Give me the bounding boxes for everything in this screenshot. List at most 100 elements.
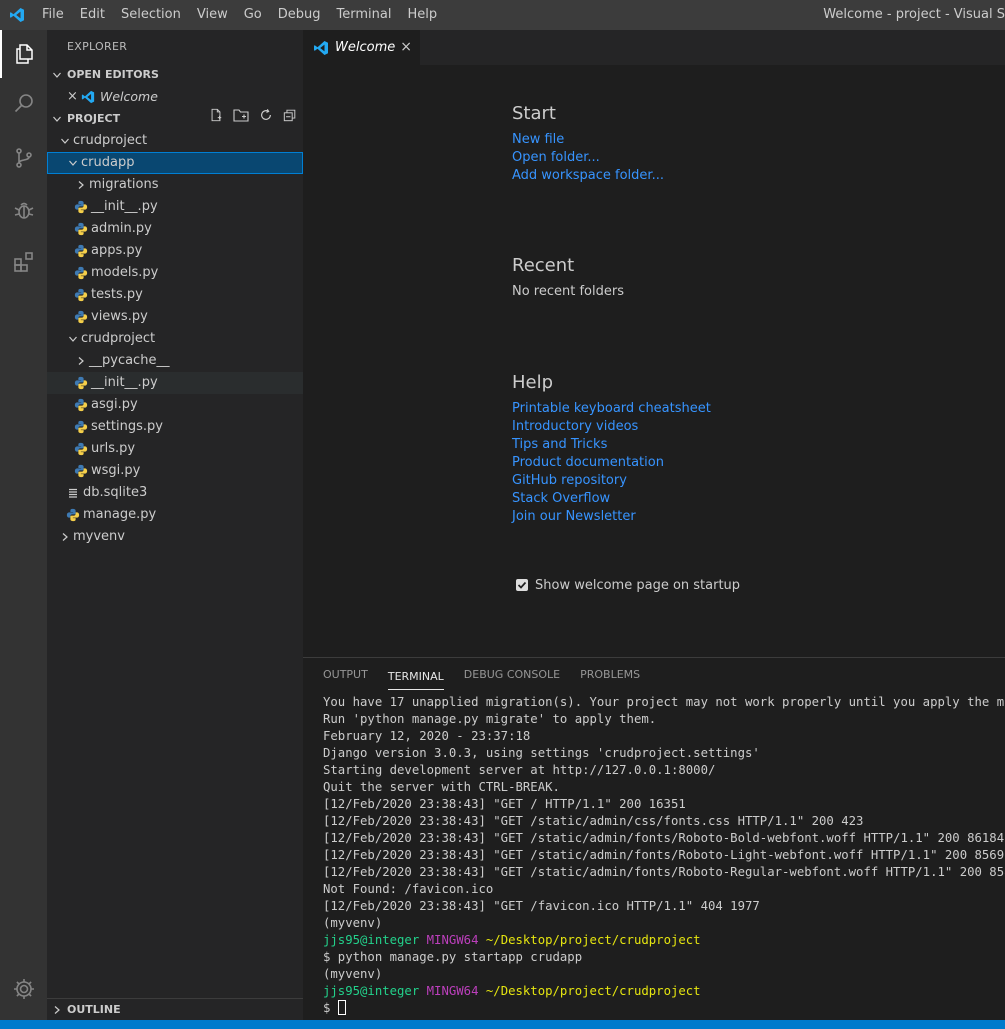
help-heading: Help: [512, 372, 554, 393]
new-folder-icon[interactable]: [233, 108, 249, 130]
python-file-icon: [73, 200, 89, 214]
search-icon[interactable]: [0, 80, 47, 128]
open-editor-label: Welcome: [100, 89, 158, 104]
tree-item-admin-py[interactable]: admin.py: [47, 218, 303, 240]
open-editors-header[interactable]: OPEN EDITORS: [47, 64, 303, 86]
window-title: Welcome - project - Visual S: [823, 7, 1005, 22]
terminal-output[interactable]: You have 17 unapplied migration(s). Your…: [323, 694, 1005, 1017]
extensions-icon[interactable]: [0, 238, 47, 286]
vscode-file-icon: [81, 90, 95, 104]
tree-item-label: asgi.py: [91, 397, 138, 412]
tree-item-pycache[interactable]: __pycache__: [47, 350, 303, 372]
python-file-icon: [73, 310, 89, 324]
product-documentation-link[interactable]: Product documentation: [512, 455, 664, 470]
status-bar: [0, 1020, 1005, 1029]
gear-icon[interactable]: [0, 965, 47, 1013]
tree-item-label: tests.py: [91, 287, 143, 302]
tree-item-myvenv[interactable]: myvenv: [47, 526, 303, 548]
tree-item-init-py[interactable]: __init__.py: [47, 372, 303, 394]
tree-item-asgi-py[interactable]: asgi.py: [47, 394, 303, 416]
menu-edit[interactable]: Edit: [72, 0, 113, 30]
menu-debug[interactable]: Debug: [270, 0, 329, 30]
terminal-command: $ python manage.py startapp crudapp: [323, 950, 583, 964]
tab-debug-console[interactable]: DEBUG CONSOLE: [464, 658, 560, 692]
terminal-cursor: [337, 1000, 346, 1015]
tab-problems[interactable]: PROBLEMS: [580, 658, 640, 692]
open-editor-welcome[interactable]: × Welcome: [47, 86, 303, 108]
startup-checkbox[interactable]: [516, 579, 528, 591]
terminal-line: February 12, 2020 - 23:37:18: [323, 729, 531, 743]
tree-item-tests-py[interactable]: tests.py: [47, 284, 303, 306]
tree-item-label: __pycache__: [89, 353, 170, 368]
project-header[interactable]: PROJECT: [47, 108, 303, 130]
outline-header[interactable]: OUTLINE: [47, 998, 303, 1020]
tree-item-label: settings.py: [91, 419, 163, 434]
vscode-logo-icon: [0, 0, 34, 30]
tree-item-label: apps.py: [91, 243, 143, 258]
chevron-right-icon: [73, 180, 89, 190]
tree-item-db-sqlite3[interactable]: db.sqlite3: [47, 482, 303, 504]
tree-item-wsgi-py[interactable]: wsgi.py: [47, 460, 303, 482]
introductory-videos-link[interactable]: Introductory videos: [512, 419, 638, 434]
project-label: PROJECT: [67, 112, 121, 125]
python-file-icon: [73, 442, 89, 456]
python-file-icon: [65, 508, 81, 522]
terminal-prompt-1: jjs95@integer MINGW64 ~/Desktop/project/…: [323, 933, 701, 947]
tree-item-label: wsgi.py: [91, 463, 141, 478]
tree-item-views-py[interactable]: views.py: [47, 306, 303, 328]
stack-overflow-link[interactable]: Stack Overflow: [512, 491, 610, 506]
tree-item-models-py[interactable]: models.py: [47, 262, 303, 284]
terminal-line: [12/Feb/2020 23:38:43] "GET /favicon.ico…: [323, 899, 760, 913]
tree-item-apps-py[interactable]: apps.py: [47, 240, 303, 262]
editor-tabs: Welcome ×: [303, 30, 1005, 65]
menu-help[interactable]: Help: [399, 0, 445, 30]
bottom-panel: OUTPUT TERMINAL DEBUG CONSOLE PROBLEMS Y…: [303, 657, 1005, 1020]
tree-item-settings-py[interactable]: settings.py: [47, 416, 303, 438]
chevron-down-icon: [47, 114, 67, 124]
tree-item-manage-py[interactable]: manage.py: [47, 504, 303, 526]
tree-item-label: __init__.py: [91, 199, 158, 214]
github-repository-link[interactable]: GitHub repository: [512, 473, 627, 488]
tree-item-crudapp[interactable]: crudapp: [47, 152, 303, 174]
menu-selection[interactable]: Selection: [113, 0, 189, 30]
tree-item-label: admin.py: [91, 221, 152, 236]
new-file-icon[interactable]: [209, 108, 223, 130]
tree-item-urls-py[interactable]: urls.py: [47, 438, 303, 460]
menu-terminal[interactable]: Terminal: [329, 0, 400, 30]
debug-icon[interactable]: [0, 186, 47, 234]
source-control-icon[interactable]: [0, 134, 47, 182]
tab-label: Welcome: [335, 40, 396, 55]
vscode-tab-icon: [313, 40, 329, 56]
tree-item-label: migrations: [89, 177, 159, 192]
refresh-icon[interactable]: [259, 108, 273, 130]
title-bar: File Edit Selection View Go Debug Termin…: [0, 0, 1005, 30]
open-folder-link[interactable]: Open folder...: [512, 150, 600, 165]
terminal-line: [12/Feb/2020 23:38:43] "GET /static/admi…: [323, 814, 864, 828]
tree-item-label: urls.py: [91, 441, 136, 456]
menu-file[interactable]: File: [34, 0, 72, 30]
explorer-icon[interactable]: [0, 30, 47, 78]
tree-item-crudproject[interactable]: crudproject: [47, 130, 303, 152]
recent-heading: Recent: [512, 255, 575, 276]
tab-close-icon[interactable]: ×: [400, 39, 412, 55]
menu-view[interactable]: View: [189, 0, 236, 30]
newsletter-link[interactable]: Join our Newsletter: [512, 509, 636, 524]
tree-item-init-py[interactable]: __init__.py: [47, 196, 303, 218]
tree-item-label: crudproject: [81, 331, 156, 346]
tips-and-tricks-link[interactable]: Tips and Tricks: [512, 437, 607, 452]
tree-item-crudproject[interactable]: crudproject: [47, 328, 303, 350]
tree-item-migrations[interactable]: migrations: [47, 174, 303, 196]
welcome-page: Start New file Open folder... Add worksp…: [303, 65, 1005, 657]
menu-go[interactable]: Go: [236, 0, 270, 30]
terminal-input-line[interactable]: $: [323, 1000, 1005, 1017]
tab-output[interactable]: OUTPUT: [323, 658, 368, 692]
tab-terminal[interactable]: TERMINAL: [387, 660, 444, 690]
chevron-right-icon: [47, 1005, 67, 1015]
tab-welcome[interactable]: Welcome ×: [303, 30, 420, 65]
keyboard-cheatsheet-link[interactable]: Printable keyboard cheatsheet: [512, 401, 711, 416]
add-workspace-folder-link[interactable]: Add workspace folder...: [512, 168, 664, 183]
new-file-link[interactable]: New file: [512, 132, 564, 147]
close-icon[interactable]: ×: [67, 86, 81, 108]
python-file-icon: [73, 288, 89, 302]
collapse-all-icon[interactable]: [283, 108, 297, 130]
